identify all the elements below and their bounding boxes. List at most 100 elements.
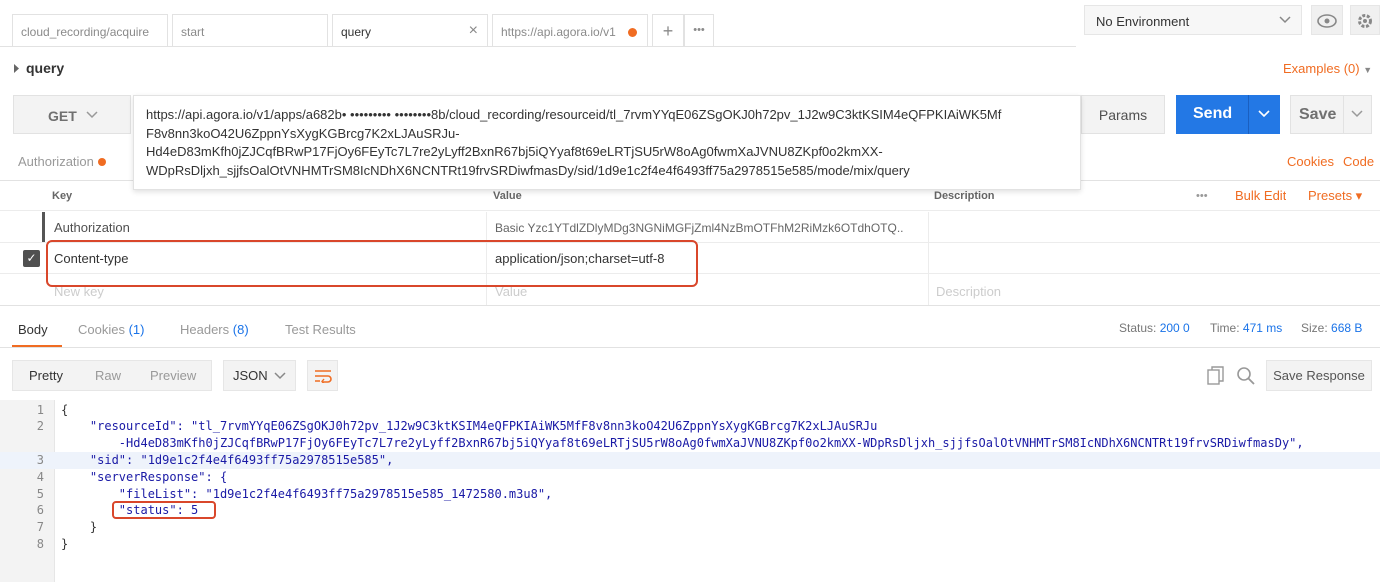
send-button[interactable]: Send — [1176, 95, 1280, 134]
caret-right-icon[interactable] — [13, 64, 20, 73]
preview-button[interactable]: Preview — [150, 361, 196, 391]
chevron-down-icon — [274, 372, 286, 380]
line-text: "sid": "1d9e1c2f4e4f6493ff75a2978515e585… — [61, 453, 394, 467]
url-line: https://api.agora.io/v1/apps/a682b• ••••… — [146, 107, 1002, 122]
header-description[interactable] — [936, 212, 1376, 243]
postman-window: cloud_recording/acquire start query × ht… — [0, 0, 1380, 582]
send-label: Send — [1193, 105, 1233, 122]
annotation-highlight — [112, 501, 216, 519]
copy-icon[interactable] — [1207, 366, 1225, 385]
format-select[interactable]: JSON — [223, 360, 296, 391]
new-description-input[interactable]: Description — [936, 274, 1001, 305]
divider — [0, 305, 1380, 306]
environment-select[interactable]: No Environment — [1084, 5, 1302, 35]
examples-dropdown[interactable]: Examples (0) ▼ — [1283, 61, 1372, 76]
line-number: 3 — [36, 453, 44, 467]
authorization-label: Authorization — [18, 154, 94, 169]
presets-dropdown[interactable]: Presets ▾ — [1308, 181, 1362, 212]
headers-tab-label: Headers — [180, 322, 230, 337]
new-tab-button[interactable]: + — [652, 14, 684, 47]
save-response-button[interactable]: Save Response — [1266, 360, 1372, 391]
code-link[interactable]: Code — [1343, 154, 1374, 169]
code-line: 7 } — [0, 519, 1380, 536]
unsaved-dot-icon — [628, 28, 637, 37]
caret-down-icon: ▼ — [1363, 65, 1373, 75]
chevron-down-icon — [1279, 16, 1291, 24]
response-body: 1{ 2 "resourceId": "tl_7rvmYYqE06ZSgOKJ0… — [0, 400, 1380, 582]
raw-button[interactable]: Raw — [95, 361, 121, 391]
headers-count: (8) — [232, 322, 249, 337]
eye-icon — [1317, 14, 1337, 28]
tab-body[interactable]: Body — [18, 322, 48, 337]
tab-label: https://api.agora.io/v1 — [501, 25, 616, 39]
active-dot-icon — [97, 158, 106, 166]
cookies-link[interactable]: Cookies — [1287, 154, 1334, 169]
line-text: "resourceId": "tl_7rvmYYqE06ZSgOKJ0h72pv… — [61, 419, 878, 433]
params-button[interactable]: Params — [1081, 95, 1165, 134]
method-label: GET — [48, 108, 77, 124]
code-line-selected: 3 "sid": "1d9e1c2f4e4f6493ff75a2978515e5… — [0, 452, 1380, 469]
environment-label: No Environment — [1096, 14, 1190, 29]
header-enabled-checkbox[interactable]: ✓ — [23, 250, 40, 267]
time-value: 471 ms — [1242, 321, 1283, 335]
chevron-down-icon[interactable] — [1258, 109, 1270, 119]
tabstrip-divider — [0, 46, 1076, 47]
plus-icon: + — [662, 21, 674, 41]
wrap-lines-button[interactable] — [307, 360, 338, 391]
save-label: Save — [1299, 106, 1337, 123]
tab-start[interactable]: start — [172, 14, 328, 47]
quick-look-button[interactable] — [1311, 5, 1343, 35]
more-icon[interactable]: ••• — [1196, 181, 1208, 212]
line-text: "serverResponse": { — [61, 470, 228, 484]
line-number: 7 — [36, 520, 44, 534]
header-value[interactable]: Basic Yzc1YTdlZDlyMDg3NGNiMGFjZml4NzBmOT… — [495, 212, 923, 243]
save-button[interactable]: Save — [1290, 95, 1372, 134]
chevron-down-icon — [86, 111, 98, 119]
time-info: Time: 471 ms — [1210, 321, 1282, 335]
search-icon[interactable] — [1236, 366, 1255, 385]
tab-label: query — [341, 25, 372, 39]
header-description[interactable] — [936, 243, 1376, 274]
close-icon[interactable]: × — [469, 22, 478, 40]
pretty-button[interactable]: Pretty — [29, 361, 63, 391]
tab-cloud-recording-acquire[interactable]: cloud_recording/acquire — [12, 14, 168, 47]
col-key: Key — [52, 190, 73, 202]
line-number: 6 — [36, 503, 44, 517]
status-label: Status: — [1119, 321, 1157, 335]
cookies-count: (1) — [128, 322, 145, 337]
request-name: query — [26, 60, 65, 76]
size-label: Size: — [1301, 321, 1328, 335]
time-label: Time: — [1210, 321, 1240, 335]
tab-query[interactable]: query × — [332, 14, 488, 47]
gear-icon — [1358, 14, 1372, 28]
url-line: WDpRsDljxh_sjjfsOalOtVNHMTrSM8IcNDhX6NCN… — [146, 162, 910, 178]
code-line: 8} — [0, 536, 1380, 553]
code-line: 1{ — [0, 402, 1380, 419]
tab-cookies[interactable]: Cookies (1) — [78, 322, 144, 337]
url-input[interactable]: https://api.agora.io/v1/apps/a682b• ••••… — [133, 95, 1081, 190]
tab-label: cloud_recording/acquire — [21, 25, 150, 39]
line-number: 4 — [36, 470, 44, 484]
code-line: -Hd4eD83mKfh0jZJCqfBRwP17FjOy6FEyTc7L7re… — [0, 435, 1380, 452]
examples-label: Examples (0) — [1283, 61, 1360, 76]
checkmark-icon: ✓ — [26, 251, 37, 265]
tab-authorization[interactable]: Authorization — [18, 154, 106, 169]
code-line: 4 "serverResponse": { — [0, 469, 1380, 486]
method-select[interactable]: GET — [13, 95, 131, 134]
header-key[interactable]: Authorization — [54, 212, 484, 243]
settings-button[interactable] — [1350, 5, 1380, 35]
line-text: { — [61, 403, 69, 417]
wrap-icon — [314, 370, 332, 385]
chevron-down-icon[interactable] — [1351, 109, 1363, 119]
bulk-edit-link[interactable]: Bulk Edit — [1235, 181, 1286, 212]
url-line: Hd4eD83mKfh0jZJCqfBRwP17FjOy6FEyTc7L7re2… — [146, 144, 883, 159]
tab-agora-url[interactable]: https://api.agora.io/v1 — [492, 14, 648, 47]
size-info: Size: 668 B — [1301, 321, 1362, 335]
format-label: JSON — [233, 368, 268, 383]
send-divider — [1248, 95, 1249, 134]
tab-headers[interactable]: Headers (8) — [180, 322, 249, 337]
size-value: 668 B — [1331, 321, 1363, 335]
tab-test-results[interactable]: Test Results — [285, 322, 356, 337]
tab-overflow-button[interactable]: ••• — [684, 14, 714, 47]
save-divider — [1343, 96, 1344, 133]
